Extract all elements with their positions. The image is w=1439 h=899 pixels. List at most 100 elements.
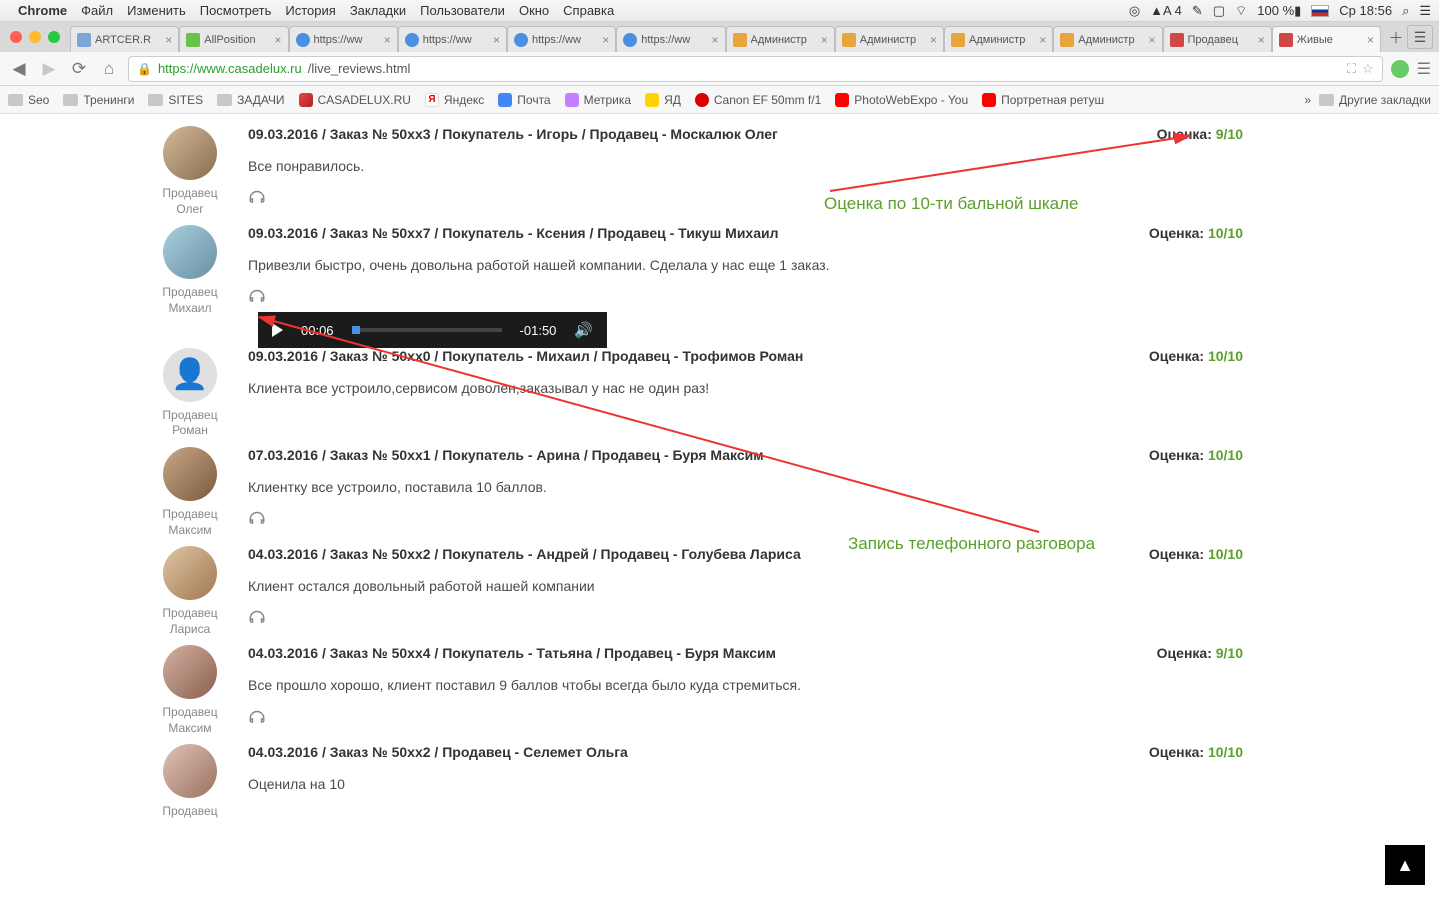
bookmark-item[interactable]: PhotoWebExpo - You — [835, 93, 968, 107]
forward-button[interactable]: ▶ — [38, 58, 60, 80]
tab-close-icon[interactable]: × — [930, 33, 937, 47]
menu-help[interactable]: Справка — [563, 3, 614, 18]
tab-close-icon[interactable]: × — [1039, 33, 1046, 47]
tab-overflow-button[interactable]: ☰ — [1407, 25, 1433, 49]
tab-title: Администр — [860, 34, 926, 46]
avatar — [163, 126, 217, 180]
url-path-part: /live_reviews.html — [308, 61, 411, 76]
browser-tab[interactable]: Администр × — [1053, 26, 1162, 52]
seller-label: ПродавецМаксим — [162, 705, 217, 736]
tab-title: Администр — [751, 34, 817, 46]
bookmark-item[interactable]: SITES — [148, 93, 203, 107]
volume-icon[interactable]: 🔊 — [574, 321, 593, 339]
browser-tab[interactable]: AllPosition × — [179, 26, 288, 52]
zoom-icon[interactable]: ⛶ — [1347, 61, 1356, 77]
tab-close-icon[interactable]: × — [821, 33, 828, 47]
clock[interactable]: Ср 18:56 — [1339, 3, 1392, 18]
home-button[interactable]: ⌂ — [98, 58, 120, 80]
audio-time-remaining: -01:50 — [520, 323, 557, 338]
browser-tab[interactable]: Администр × — [726, 26, 835, 52]
tab-close-icon[interactable]: × — [1367, 33, 1374, 47]
menu-bookmarks[interactable]: Закладки — [350, 3, 406, 18]
avatar — [163, 645, 217, 699]
close-window-button[interactable] — [10, 31, 22, 43]
audio-player[interactable]: 00:06 -01:50 🔊 — [258, 312, 607, 348]
bookmark-item[interactable]: CASADELUX.RU — [299, 93, 411, 107]
tab-close-icon[interactable]: × — [602, 33, 609, 47]
bookmark-star-icon[interactable]: ☆ — [1362, 61, 1374, 77]
browser-tab[interactable]: https://ww × — [616, 26, 725, 52]
headphone-icon[interactable] — [248, 511, 266, 529]
menu-edit[interactable]: Изменить — [127, 3, 186, 18]
menu-history[interactable]: История — [285, 3, 335, 18]
back-button[interactable]: ◀ — [8, 58, 30, 80]
browser-tab[interactable]: Продавец × — [1163, 26, 1272, 52]
tab-close-icon[interactable]: × — [493, 33, 500, 47]
spotlight-icon[interactable]: ⌕ — [1402, 3, 1409, 19]
battery-status[interactable]: 100 % ▮ — [1257, 3, 1301, 19]
browser-tab[interactable]: https://ww × — [289, 26, 398, 52]
seller-label: ПродавецОлег — [162, 186, 217, 217]
browser-tab[interactable]: https://ww × — [507, 26, 616, 52]
input-source-flag[interactable] — [1311, 5, 1329, 17]
bookmark-item[interactable]: ЯЯндекс — [425, 93, 484, 107]
browser-tab[interactable]: Живые × — [1272, 26, 1381, 52]
bookmark-item[interactable]: Тренинги — [63, 93, 134, 107]
extension-icon[interactable] — [1391, 60, 1409, 78]
tab-close-icon[interactable]: × — [274, 33, 281, 47]
browser-tab[interactable]: Администр × — [944, 26, 1053, 52]
headphone-icon[interactable] — [248, 610, 266, 628]
bookmark-label: ЯД — [664, 93, 681, 107]
bookmark-item[interactable]: Seo — [8, 93, 49, 107]
app-name[interactable]: Chrome — [18, 3, 67, 18]
play-button-icon[interactable] — [272, 323, 283, 337]
scroll-to-top-button[interactable]: ▲ — [1385, 845, 1425, 885]
tab-favicon — [77, 33, 91, 47]
menu-file[interactable]: Файл — [81, 3, 113, 18]
browser-tab[interactable]: ARTCER.R × — [70, 26, 179, 52]
other-bookmarks-folder[interactable]: Другие закладки — [1319, 93, 1431, 107]
tab-close-icon[interactable]: × — [1148, 33, 1155, 47]
review-title: 09.03.2016 / Заказ № 50хх0 / Покупатель … — [248, 348, 803, 364]
review-rating: Оценка: 9/10 — [1157, 645, 1243, 661]
headphone-icon[interactable]: 00:06 -01:50 🔊 — [248, 289, 266, 307]
notification-center-icon[interactable]: ☰ — [1419, 3, 1431, 19]
new-tab-button[interactable]: ＋ — [1385, 28, 1407, 46]
menu-users[interactable]: Пользователи — [420, 3, 505, 18]
browser-tab[interactable]: Администр × — [835, 26, 944, 52]
address-bar[interactable]: 🔒 https://www.casadelux.ru/live_reviews.… — [128, 56, 1383, 82]
tab-close-icon[interactable]: × — [1258, 33, 1265, 47]
pen-tablet-icon[interactable]: ✎ — [1192, 3, 1203, 19]
bookmark-item[interactable]: Почта — [498, 93, 550, 107]
headphone-icon[interactable] — [248, 190, 266, 208]
bookmark-item[interactable]: Canon EF 50mm f/1 — [695, 93, 821, 107]
display-icon[interactable]: ▢ — [1213, 3, 1225, 19]
tab-close-icon[interactable]: × — [165, 33, 172, 47]
browser-tab[interactable]: https://ww × — [398, 26, 507, 52]
seller-column: ПродавецЛариса — [156, 546, 224, 637]
reload-button[interactable]: ⟳ — [68, 58, 90, 80]
minimize-window-button[interactable] — [29, 31, 41, 43]
headphone-icon[interactable] — [248, 710, 266, 728]
review-title: 04.03.2016 / Заказ № 50хх2 / Покупатель … — [248, 546, 801, 562]
bookmark-item[interactable]: ЯД — [645, 93, 681, 107]
bookmarks-overflow-chevron[interactable]: » — [1304, 93, 1311, 107]
seller-label: Продавец — [162, 804, 217, 820]
seller-label: ПродавецЛариса — [162, 606, 217, 637]
siri-icon[interactable]: ◎ — [1129, 3, 1140, 19]
seller-column: ПродавецМаксим — [156, 645, 224, 736]
bookmark-item[interactable]: Метрика — [565, 93, 631, 107]
adobe-status-icon[interactable]: ▲ A 4 — [1150, 3, 1182, 18]
bookmark-item[interactable]: ЗАДАЧИ — [217, 93, 284, 107]
tab-close-icon[interactable]: × — [711, 33, 718, 47]
tab-close-icon[interactable]: × — [384, 33, 391, 47]
wifi-icon[interactable]: ⌔ — [1235, 3, 1247, 19]
audio-seek-track[interactable] — [352, 328, 502, 332]
menu-view[interactable]: Посмотреть — [200, 3, 272, 18]
bookmark-item[interactable]: Портретная ретуш — [982, 93, 1104, 107]
menu-window[interactable]: Окно — [519, 3, 549, 18]
review-item: ПродавецМаксим 07.03.2016 / Заказ № 50хх… — [156, 447, 1439, 538]
zoom-window-button[interactable] — [48, 31, 60, 43]
chrome-menu-button[interactable]: ☰ — [1417, 59, 1431, 79]
review-title: 04.03.2016 / Заказ № 50хх4 / Покупатель … — [248, 645, 776, 661]
